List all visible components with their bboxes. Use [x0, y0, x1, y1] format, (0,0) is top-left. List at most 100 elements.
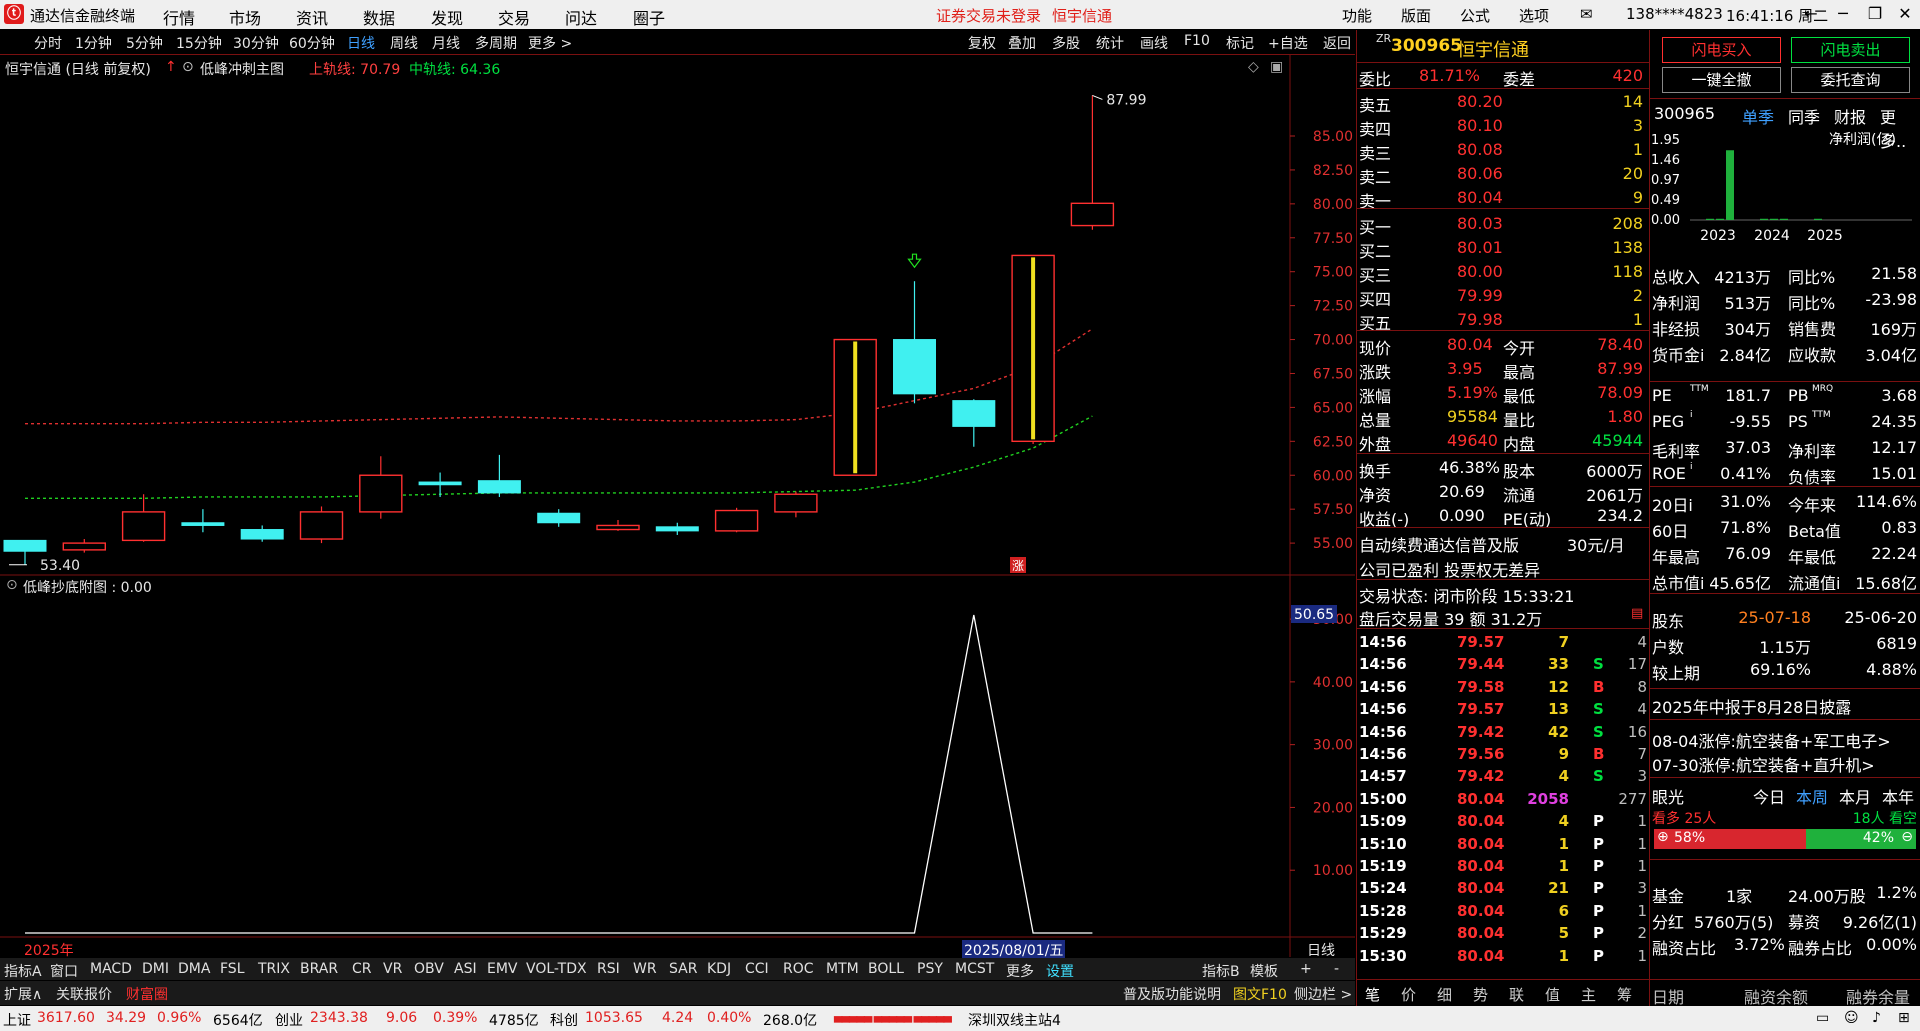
maximize-icon[interactable]: ❐	[1858, 2, 1892, 26]
tool-overlay[interactable]: 叠加	[1008, 33, 1036, 53]
layout-icon[interactable]: ▭	[1816, 1010, 1829, 1026]
tab-mcst[interactable]: MCST	[955, 961, 994, 977]
promo-price[interactable]: 30元/月	[1567, 532, 1625, 556]
ask-level-1[interactable]: 卖一 80.04 9	[1357, 186, 1649, 211]
tool-draw[interactable]: 画线	[1140, 33, 1168, 53]
tab-30min[interactable]: 30分钟	[233, 33, 279, 53]
tab-this-month[interactable]: 本月	[1839, 784, 1871, 808]
tab-dma[interactable]: DMA	[178, 961, 210, 977]
quote-tab[interactable]: 势	[1473, 984, 1488, 1005]
menu-quotes[interactable]: 行情	[163, 5, 195, 29]
back-arrow-icon[interactable]: ←	[1794, 2, 1828, 26]
index-cy-label[interactable]: 创业	[275, 1010, 303, 1030]
tab-weekly[interactable]: 周线	[390, 33, 418, 53]
tab-indicator-b[interactable]: 指标B	[1202, 961, 1240, 981]
bid-level-2[interactable]: 买二 80.01 138	[1357, 236, 1649, 261]
ask-level-2[interactable]: 卖二 80.06 20	[1357, 162, 1649, 187]
tab-kdj[interactable]: KDJ	[707, 961, 731, 977]
tab-report[interactable]: 财报	[1834, 104, 1866, 128]
tab-indicator-a[interactable]: 指标A	[4, 961, 42, 981]
menu-data[interactable]: 数据	[363, 5, 395, 29]
limit-up-news-1[interactable]: 08-04涨停:航空装备+军工电子>	[1652, 728, 1891, 752]
flash-sell-button[interactable]: 闪电卖出	[1791, 37, 1910, 63]
tab-today[interactable]: 今日	[1753, 784, 1785, 808]
tab-daily[interactable]: 日线	[347, 33, 375, 53]
bid-level-1[interactable]: 买一 80.03 208	[1357, 212, 1649, 237]
tool-multi-stock[interactable]: 多股	[1052, 33, 1080, 53]
tab-more[interactable]: 更多 >	[528, 33, 572, 53]
tab-sar[interactable]: SAR	[669, 961, 697, 977]
menu-layout[interactable]: 版面	[1401, 5, 1431, 26]
ask-level-5[interactable]: 卖五 80.20 14	[1357, 90, 1649, 115]
promo-row[interactable]: 自动续费通达信普及版 30元/月	[1357, 530, 1649, 555]
tab-this-week[interactable]: 本周	[1796, 784, 1828, 808]
report-date[interactable]: 2025年中报于8月28日披露	[1652, 694, 1851, 718]
login-notice[interactable]: 证券交易未登录	[936, 5, 1041, 26]
tab-single-quarter[interactable]: 单季	[1742, 104, 1774, 128]
quote-tab[interactable]: 主	[1581, 984, 1596, 1005]
menu-discover[interactable]: 发现	[431, 5, 463, 29]
bid-level-5[interactable]: 买五 79.98 1	[1357, 308, 1649, 333]
tab-fsl[interactable]: FSL	[220, 961, 245, 977]
server-station[interactable]: 深圳双线主站4	[968, 1010, 1061, 1030]
quote-tab[interactable]: 值	[1545, 984, 1560, 1005]
tab-mtm[interactable]: MTM	[826, 961, 859, 977]
promo-text[interactable]: 自动续费通达信普及版	[1359, 532, 1519, 556]
tab-vol-tdx[interactable]: VOL-TDX	[526, 961, 587, 977]
tab-psy[interactable]: PSY	[917, 961, 943, 977]
tab-cr[interactable]: CR	[352, 961, 372, 977]
tab-this-year[interactable]: 本年	[1882, 784, 1914, 808]
tool-adjust[interactable]: 复权	[968, 33, 996, 53]
tab-template[interactable]: 模板	[1250, 961, 1278, 981]
sub-chart-dropdown-icon[interactable]: ⊙	[6, 577, 18, 593]
tab-cci[interactable]: CCI	[745, 961, 769, 977]
f10-link[interactable]: 图文F10	[1233, 984, 1287, 1004]
tab-timeshare[interactable]: 分时	[34, 33, 62, 53]
flash-buy-button[interactable]: 闪电买入	[1662, 37, 1781, 63]
report-date-row[interactable]: 2025年中报于8月28日披露	[1650, 692, 1920, 718]
bid-level-3[interactable]: 买三 80.00 118	[1357, 260, 1649, 285]
menu-function[interactable]: 功能	[1342, 5, 1372, 26]
tab-monthly[interactable]: 月线	[432, 33, 460, 53]
tab-multi-period[interactable]: 多周期	[475, 33, 517, 53]
minimize-icon[interactable]: ─	[1826, 2, 1860, 26]
quote-tab[interactable]: 笔	[1365, 984, 1380, 1005]
tab-60min[interactable]: 60分钟	[289, 33, 335, 53]
tab-macd[interactable]: MACD	[90, 961, 132, 977]
tab-related-quotes[interactable]: 关联报价	[56, 984, 112, 1004]
tab-same-quarter[interactable]: 同季	[1788, 104, 1820, 128]
limit-up-news-2[interactable]: 07-30涨停:航空装备+直升机>	[1652, 752, 1875, 776]
tool-back[interactable]: 返回	[1323, 33, 1351, 53]
tab-window[interactable]: 窗口	[50, 961, 78, 981]
tab-emv[interactable]: EMV	[487, 961, 518, 977]
menu-ask[interactable]: 问达	[565, 5, 597, 29]
tab-brar[interactable]: BRAR	[300, 961, 338, 977]
quote-tab[interactable]: 价	[1401, 984, 1416, 1005]
sidebar-toggle[interactable]: 侧边栏 >	[1294, 984, 1352, 1004]
tab-5min[interactable]: 5分钟	[126, 33, 163, 53]
zoom-in-button[interactable]: +	[1300, 961, 1312, 977]
sub-chart-title[interactable]: 低峰抄底附图 : 0.00	[23, 577, 152, 597]
grid-icon[interactable]: ⊞	[1898, 1010, 1910, 1026]
index-sh-label[interactable]: 上证	[3, 1010, 31, 1030]
order-query-button[interactable]: 委托查询	[1791, 67, 1910, 93]
main-chart-area[interactable]: 恒宇信通 (日线 前复权) ↑ ⊙ 低峰冲刺主图 上轨线: 70.79 中轨线:…	[0, 55, 1355, 960]
menu-market[interactable]: 市场	[229, 5, 261, 29]
tab-15min[interactable]: 15分钟	[176, 33, 222, 53]
index-kc-label[interactable]: 科创	[550, 1010, 578, 1030]
quote-tab[interactable]: 筹	[1617, 984, 1632, 1005]
user-phone[interactable]: 138****4823	[1626, 5, 1723, 23]
tab-settings[interactable]: 设置	[1046, 961, 1074, 981]
menu-options[interactable]: 选项	[1519, 5, 1549, 26]
after-hours-icon[interactable]: ▤	[1631, 606, 1643, 621]
tool-stats[interactable]: 统计	[1096, 33, 1124, 53]
news-row-2[interactable]: 07-30涨停:航空装备+直升机>	[1650, 750, 1920, 776]
tab-wealth-circle[interactable]: 财富圈	[126, 984, 168, 1004]
help-link[interactable]: 普及版功能说明	[1123, 984, 1221, 1004]
tab-dmi[interactable]: DMI	[142, 961, 169, 977]
tool-add-watchlist[interactable]: +自选	[1268, 33, 1308, 53]
bell-icon[interactable]: ♪	[1872, 1010, 1881, 1026]
ask-level-3[interactable]: 卖三 80.08 1	[1357, 138, 1649, 163]
cancel-all-button[interactable]: 一键全撤	[1662, 67, 1781, 93]
sentiment-bar[interactable]: ⊕ 58% 42% ⊖	[1654, 829, 1916, 849]
